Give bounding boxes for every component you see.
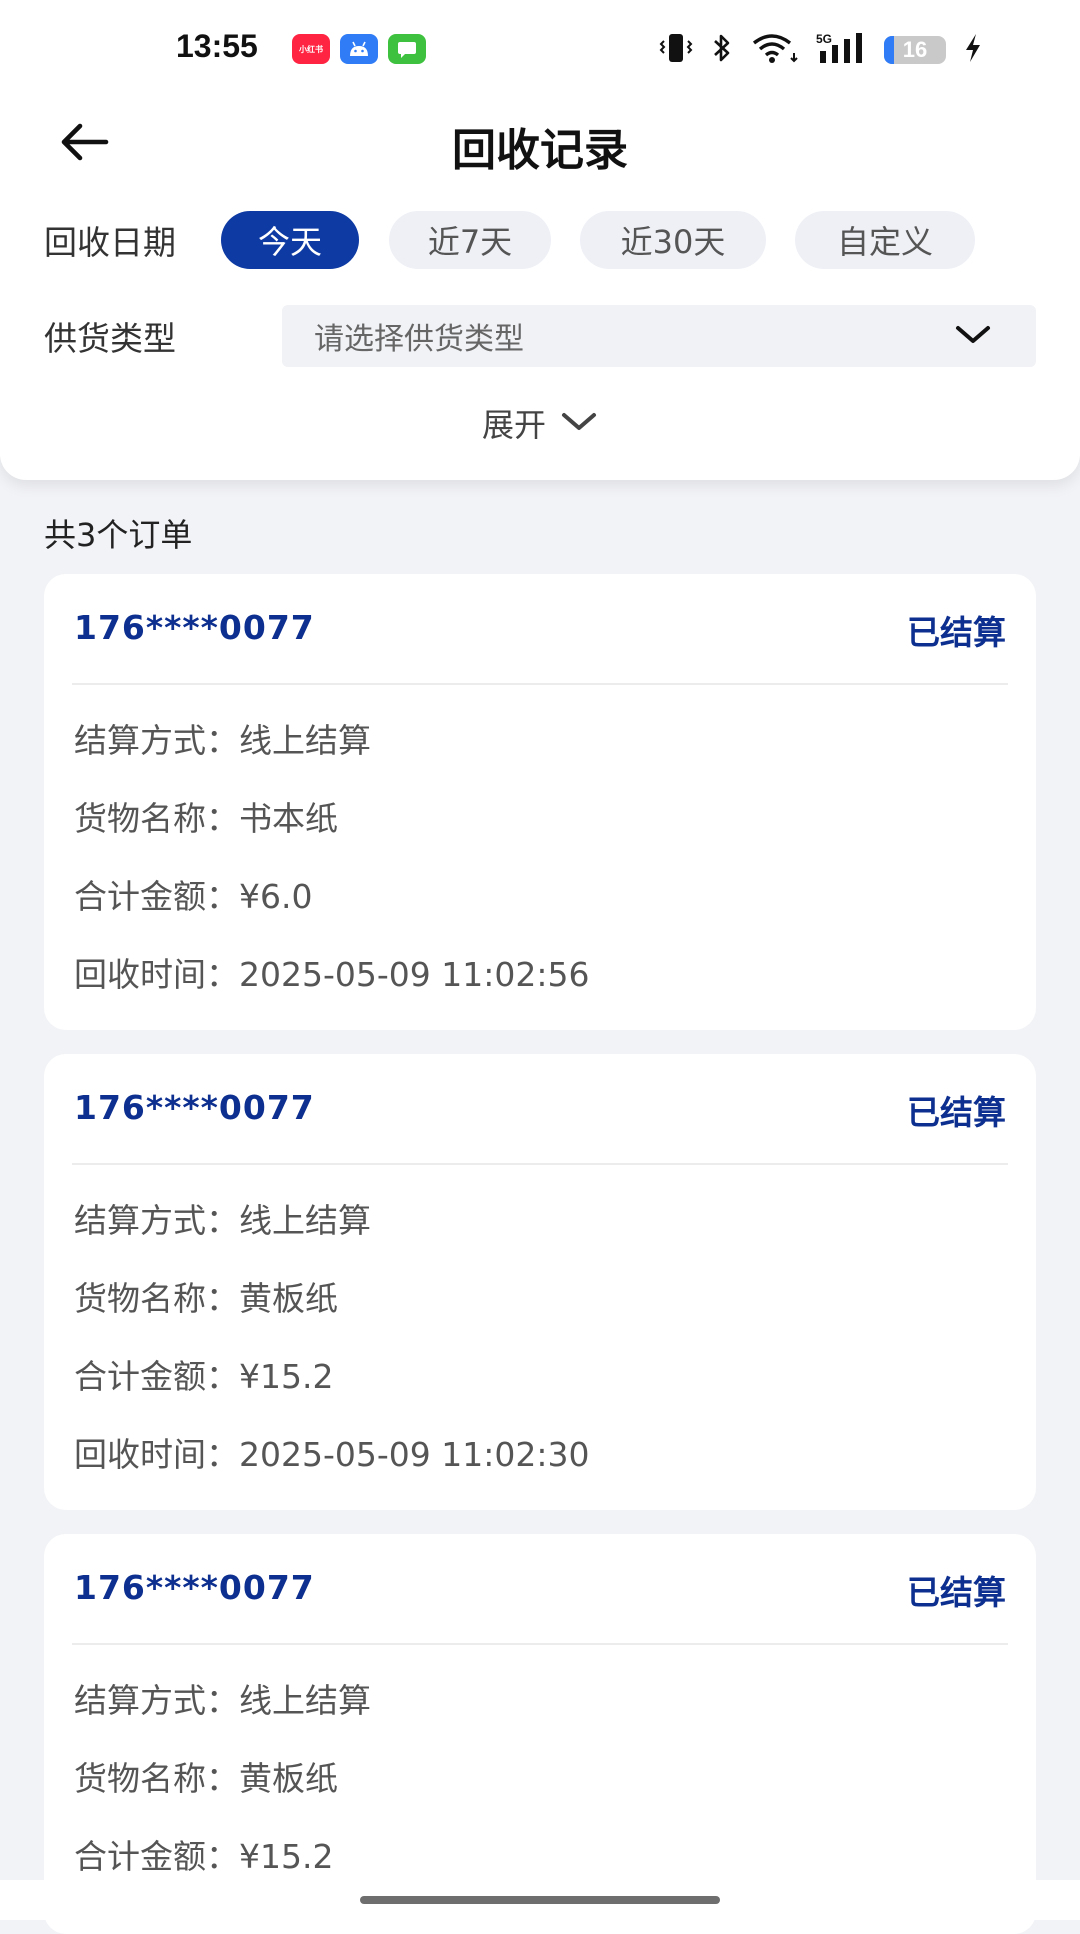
goods-row: 货物名称：黄板纸 (74, 1279, 338, 1318)
android-icon (340, 34, 378, 64)
date-filter-label: 回收日期 (44, 223, 176, 262)
order-count: 共3个订单 (44, 516, 193, 554)
chevron-down-icon (560, 404, 598, 442)
amount-row: 合计金额：¥15.2 (74, 1837, 334, 1876)
settle-method-row: 结算方式：线上结算 (74, 1681, 371, 1720)
date-chip-30-days[interactable]: 近30天 (580, 211, 766, 269)
bluetooth-icon (710, 31, 734, 69)
wifi-icon (750, 31, 800, 69)
battery-level: 16 (902, 37, 928, 62)
chevron-down-icon (954, 323, 992, 351)
page-title: 回收记录 (452, 125, 628, 176)
order-phone: 176****0077 (74, 1568, 315, 1607)
date-chip-today[interactable]: 今天 (221, 211, 359, 269)
order-phone: 176****0077 (74, 608, 315, 647)
expand-label: 展开 (481, 406, 546, 444)
goods-row: 货物名称：书本纸 (74, 799, 338, 838)
cellular-signal-icon: 5G (816, 31, 868, 69)
order-card[interactable]: 176****0077 已结算 结算方式：线上结算 货物名称：黄板纸 合计金额：… (44, 1534, 1036, 1934)
messages-icon (388, 34, 426, 64)
card-divider (72, 683, 1008, 685)
home-indicator[interactable] (360, 1896, 720, 1904)
order-status: 已结算 (907, 613, 1006, 652)
card-divider (72, 1643, 1008, 1645)
order-status: 已结算 (907, 1093, 1006, 1132)
date-chip-custom[interactable]: 自定义 (795, 211, 975, 269)
settle-method-row: 结算方式：线上结算 (74, 1201, 371, 1240)
status-icons: 5G 16 (658, 30, 984, 70)
order-card[interactable]: 176****0077 已结算 结算方式：线上结算 货物名称：黄板纸 合计金额：… (44, 1054, 1036, 1510)
supply-type-select[interactable]: 请选择供货类型 (282, 305, 1036, 367)
time-row: 回收时间：2025-05-09 11:02:56 (74, 955, 590, 994)
status-bar: 13:55 小红书 5G 16 (0, 0, 1080, 96)
battery-icon: 16 (884, 36, 946, 64)
card-divider (72, 1163, 1008, 1165)
goods-row: 货物名称：黄板纸 (74, 1759, 338, 1798)
status-time: 13:55 (176, 28, 258, 64)
amount-row: 合计金额：¥15.2 (74, 1357, 334, 1396)
time-row: 回收时间：2025-05-09 11:02:30 (74, 1435, 590, 1474)
order-card[interactable]: 176****0077 已结算 结算方式：线上结算 货物名称：书本纸 合计金额：… (44, 574, 1036, 1030)
order-status: 已结算 (907, 1573, 1006, 1612)
type-filter-label: 供货类型 (44, 319, 176, 358)
expand-toggle[interactable]: 展开 (0, 400, 1080, 446)
vibrate-icon (658, 31, 694, 69)
supply-type-placeholder: 请选择供货类型 (314, 322, 524, 357)
xiaohongshu-icon: 小红书 (292, 34, 330, 64)
charging-icon (962, 31, 984, 69)
order-phone: 176****0077 (74, 1088, 315, 1127)
svg-text:5G: 5G (816, 32, 832, 46)
settle-method-row: 结算方式：线上结算 (74, 721, 371, 760)
date-chip-7-days[interactable]: 近7天 (389, 211, 551, 269)
amount-row: 合计金额：¥6.0 (74, 877, 313, 916)
